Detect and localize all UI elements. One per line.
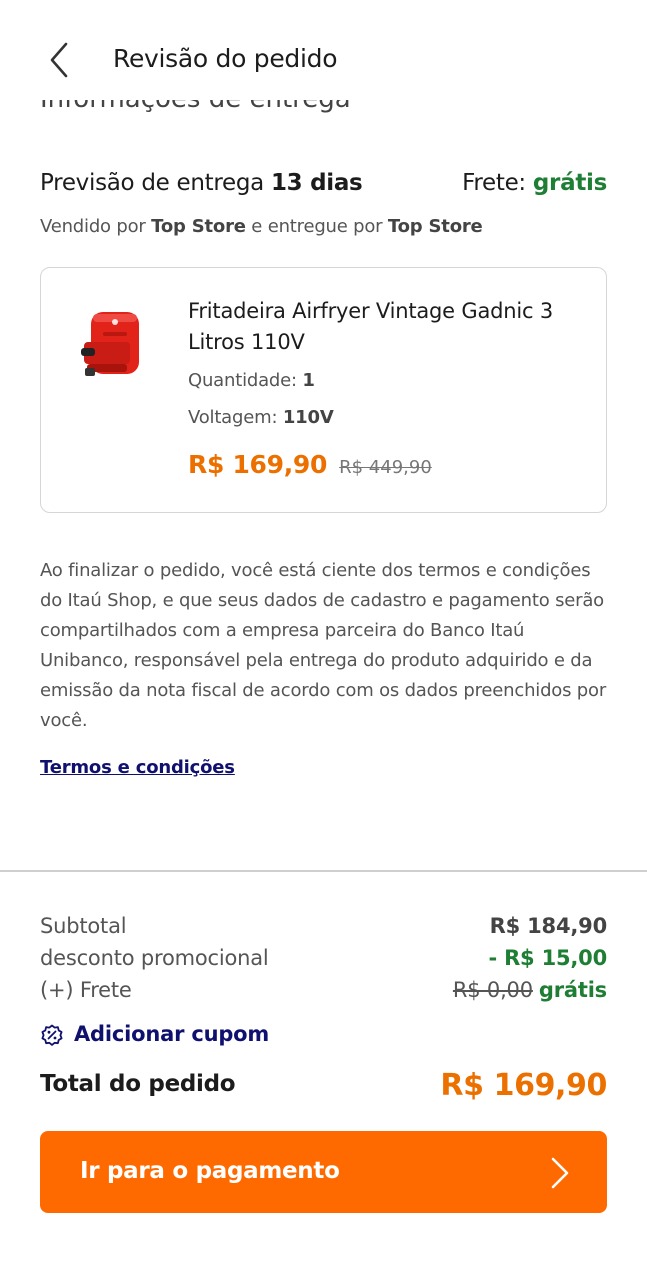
go-to-payment-button[interactable]: Ir para o pagamento	[40, 1131, 607, 1213]
back-button[interactable]	[44, 40, 76, 80]
delivered-by-label: e entregue por	[245, 216, 388, 237]
app-header: Revisão do pedido Informações de entrega	[0, 0, 647, 118]
delivery-estimate-prefix: Previsão de entrega	[40, 170, 271, 196]
product-voltage: Voltagem: 110V	[188, 407, 334, 428]
terms-and-conditions-link[interactable]: Termos e condições	[40, 757, 235, 778]
order-total-value: R$ 169,90	[440, 1068, 607, 1103]
scrolled-section-heading: Informações de entrega	[40, 100, 370, 120]
scrolled-section-heading-text: Informações de entrega	[40, 100, 351, 114]
coupon-percent-icon	[41, 1024, 63, 1046]
add-coupon-label: Adicionar cupom	[74, 1022, 270, 1046]
order-summary: Subtotal R$ 184,90 desconto promocional …	[40, 914, 607, 1010]
freight-label: Frete:	[462, 170, 533, 196]
sold-by-label: Vendido por	[40, 216, 152, 237]
chevron-right-icon	[551, 1157, 569, 1189]
seller-name: Top Store	[151, 216, 246, 237]
product-price-original: R$ 449,90	[339, 457, 432, 478]
freight-row-label: (+) Frete	[40, 978, 132, 1002]
freight-row-value: grátis	[538, 978, 607, 1002]
deliverer-name: Top Store	[387, 216, 483, 237]
freight-row-values: R$ 0,00 grátis	[453, 978, 607, 1002]
discount-value: - R$ 15,00	[488, 946, 607, 970]
product-price-current: R$ 169,90	[188, 450, 328, 479]
airfryer-product-image	[81, 306, 147, 378]
discount-label: desconto promocional	[40, 946, 269, 970]
freight-row: (+) Frete R$ 0,00 grátis	[40, 978, 607, 1010]
product-card: Fritadeira Airfryer Vintage Gadnic 3 Lit…	[40, 267, 607, 513]
quantity-label: Quantidade:	[188, 370, 303, 391]
delivery-estimate: Previsão de entrega 13 dias	[40, 170, 363, 196]
order-total-label: Total do pedido	[40, 1071, 236, 1097]
subtotal-label: Subtotal	[40, 914, 127, 938]
section-divider	[0, 870, 647, 872]
delivery-estimate-row: Previsão de entrega 13 dias Frete: gráti…	[40, 170, 607, 202]
voltage-label: Voltagem:	[188, 407, 283, 428]
page-title: Revisão do pedido	[113, 44, 338, 73]
order-total-row: Total do pedido R$ 169,90	[40, 1068, 607, 1108]
discount-row: desconto promocional - R$ 15,00	[40, 946, 607, 978]
seller-info: Vendido por Top Store e entregue por Top…	[40, 216, 483, 237]
product-price-row: R$ 169,90 R$ 449,90	[188, 450, 432, 484]
voltage-value: 110V	[282, 407, 334, 428]
product-quantity: Quantidade: 1	[188, 370, 315, 391]
freight-info: Frete: grátis	[462, 170, 607, 196]
go-to-payment-label: Ir para o pagamento	[80, 1158, 340, 1184]
legal-disclaimer: Ao finalizar o pedido, você está ciente …	[40, 560, 607, 731]
chevron-left-icon	[50, 42, 68, 78]
subtotal-value: R$ 184,90	[489, 914, 608, 938]
quantity-value: 1	[302, 370, 315, 391]
freight-original-value: R$ 0,00	[452, 978, 533, 1002]
freight-value: grátis	[532, 170, 607, 196]
subtotal-row: Subtotal R$ 184,90	[40, 914, 607, 946]
product-name: Fritadeira Airfryer Vintage Gadnic 3 Lit…	[188, 299, 553, 354]
delivery-days: 13 dias	[270, 170, 363, 196]
